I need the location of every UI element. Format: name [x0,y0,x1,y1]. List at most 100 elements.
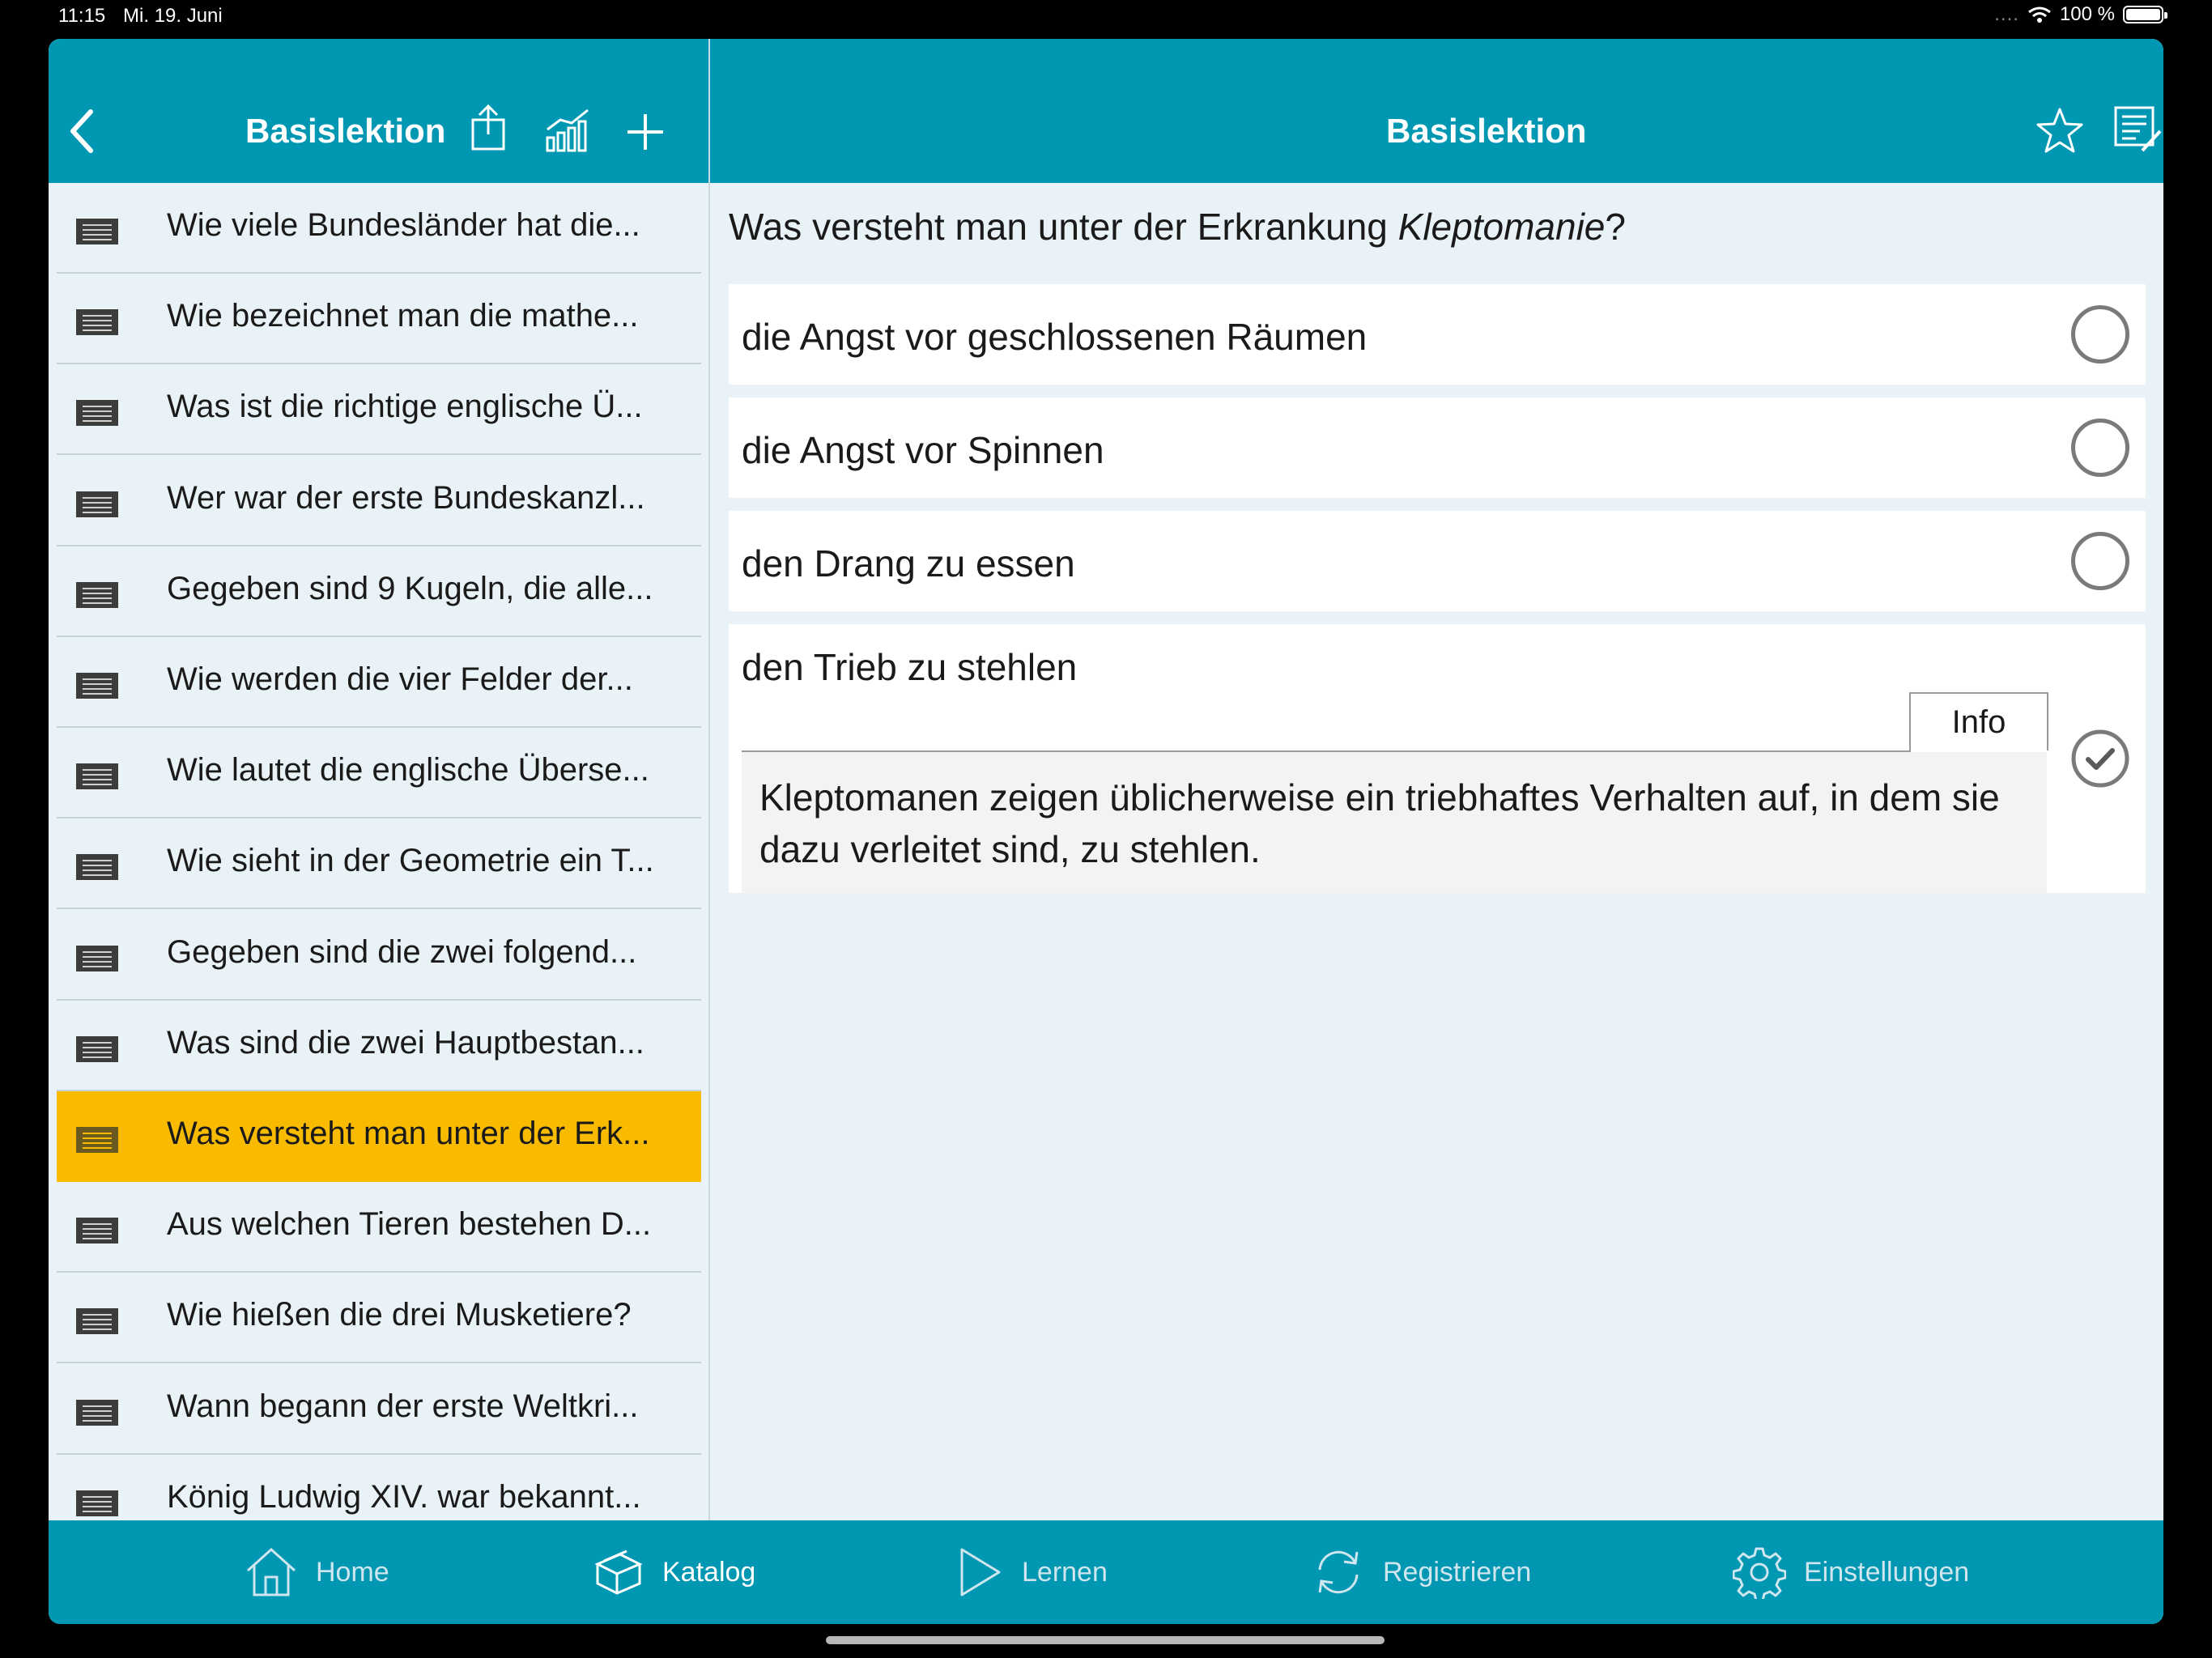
list-item[interactable]: Wie sieht in der Geometrie ein T... [57,818,701,910]
list-item-label: Gegeben sind die zwei folgend... [167,933,637,970]
list-item[interactable]: Aus welchen Tieren bestehen D... [57,1182,701,1273]
list-item[interactable]: Wann begann der erste Weltkri... [57,1364,701,1455]
wifi-icon [2028,6,2051,23]
list-item[interactable]: Gegeben sind die zwei folgend... [57,910,701,1001]
battery-percent: 100 % [2059,3,2115,25]
list-item-label: Wie hießen die drei Musketiere? [167,1297,632,1333]
catalog-icon [594,1550,643,1595]
document-icon [76,219,118,244]
list-item-label: Aus welchen Tieren bestehen D... [167,1206,652,1243]
tab-einstellungen[interactable]: Einstellungen [1733,1520,1969,1624]
tab-label: Home [316,1556,389,1588]
checkmark-radio-icon[interactable] [2071,729,2129,788]
answer-text: den Trieb zu stehlen [742,646,1078,688]
status-date: Mi. 19. Juni [123,5,223,27]
list-item-active[interactable]: Was versteht man unter der Erk... [57,1091,701,1182]
star-icon[interactable] [2035,107,2084,154]
info-box: Kleptomanen zeigen üblicherweise ein tri… [742,752,2047,893]
info-text: Kleptomanen zeigen üblicherweise ein tri… [759,776,2000,870]
signal-dots: .... [1994,3,2019,25]
list-item-label: Wie bezeichnet man die mathe... [167,298,639,334]
tab-label: Katalog [662,1556,756,1588]
list-item[interactable]: Wie hießen die drei Musketiere? [57,1273,701,1364]
info-tab[interactable]: Info [1909,692,2048,750]
document-icon [76,491,118,517]
share-icon[interactable] [470,104,507,152]
list-item[interactable]: Was sind die zwei Hauptbestan... [57,1001,701,1091]
document-icon [76,854,118,881]
question-prefix: Was versteht man unter der Erkrankung [729,206,1398,248]
status-time: 11:15 [58,5,106,27]
question-text: Was versteht man unter der Erkrankung Kl… [729,205,1626,249]
app-window: Basislektion Basislektion Wie viele Bund… [49,39,2163,1624]
list-item-label: Wie werden die vier Felder der... [167,661,633,697]
radio-button[interactable] [2071,532,2129,590]
list-item[interactable]: Wer war der erste Bundeskanzl... [57,456,701,546]
radio-button[interactable] [2071,419,2129,477]
document-icon [76,581,118,608]
list-item-label: Wie sieht in der Geometrie ein T... [167,843,654,879]
list-item[interactable]: Wie werden die vier Felder der... [57,637,701,728]
answer-option-selected[interactable]: den Trieb zu stehlen Info Kleptomanen ze… [729,624,2146,893]
list-item[interactable]: Wie viele Bundesländer hat die... [57,183,701,274]
document-icon [76,1490,118,1516]
tab-label: Lernen [1022,1556,1108,1588]
document-icon [76,400,118,427]
document-icon [76,673,118,699]
tab-label: Registrieren [1383,1556,1532,1588]
back-chevron-icon[interactable] [66,108,99,154]
list-item-label: König Ludwig XIV. war bekannt... [167,1478,641,1515]
document-icon [76,1127,118,1153]
plus-icon[interactable] [625,112,666,152]
list-item[interactable]: König Ludwig XIV. war bekannt... [57,1455,701,1520]
right-header-title: Basislektion [1386,112,1587,150]
tab-lernen[interactable]: Lernen [955,1520,1108,1624]
info-panel: Info Kleptomanen zeigen üblicherweise ei… [742,692,2048,943]
home-indicator [826,1636,1385,1644]
tab-home[interactable]: Home [245,1520,389,1624]
list-item-label: Wann begann der erste Weltkri... [167,1388,639,1424]
sync-icon [1318,1550,1359,1594]
answer-text: die Angst vor geschlossenen Räumen [742,316,1368,358]
list-item-label: Gegeben sind 9 Kugeln, die alle... [167,570,653,606]
home-icon [246,1547,296,1596]
question-suffix: ? [1605,206,1626,248]
list-item-label: Wie viele Bundesländer hat die... [167,207,640,243]
document-icon [76,945,118,971]
list-item[interactable]: Was ist die richtige englische Ü... [57,364,701,456]
list-item-label: Wie lautet die englische Überse... [167,752,649,789]
tab-label: Einstellungen [1804,1556,1970,1588]
answer-option[interactable]: die Angst vor geschlossenen Räumen [729,284,2146,385]
pane-divider [708,39,710,1520]
document-icon [76,309,118,336]
battery-icon [2123,6,2167,23]
document-icon [76,1399,118,1426]
list-item[interactable]: Gegeben sind 9 Kugeln, die alle... [57,546,701,637]
left-header: Basislektion [49,39,708,183]
list-item-label: Wer war der erste Bundeskanzl... [167,479,645,516]
document-icon [76,1218,118,1244]
question-list: Wie viele Bundesländer hat die... Wie bez… [49,183,708,1520]
answer-text: den Drang zu essen [742,542,1075,585]
tab-katalog[interactable]: Katalog [593,1520,755,1624]
list-item-label: Was versteht man unter der Erk... [167,1116,650,1151]
status-right: .... 100 % [1994,3,2167,26]
document-icon [76,1308,118,1335]
tab-registrieren[interactable]: Registrieren [1312,1520,1531,1624]
answer-option[interactable]: den Drang zu essen [729,511,2146,611]
status-bar: 11:15 Mi. 19. Juni .... 100 % [0,0,2212,36]
answer-option[interactable]: die Angst vor Spinnen [729,397,2146,498]
list-item[interactable]: Wie lautet die englische Überse... [57,728,701,819]
gear-icon [1733,1547,1786,1599]
edit-note-icon[interactable] [2113,105,2163,154]
question-term: Kleptomanie [1397,206,1606,248]
left-header-title: Basislektion [245,112,446,150]
play-icon [960,1548,1001,1596]
list-item[interactable]: Wie bezeichnet man die mathe... [57,274,701,365]
list-item-label: Was ist die richtige englische Ü... [167,389,643,425]
tab-bar: Home Katalog Lernen Registrieren Einstel… [49,1520,2163,1624]
right-header: Basislektion [710,39,2163,183]
statistics-icon[interactable] [544,108,593,152]
radio-button[interactable] [2071,305,2129,363]
document-icon [76,1035,118,1062]
